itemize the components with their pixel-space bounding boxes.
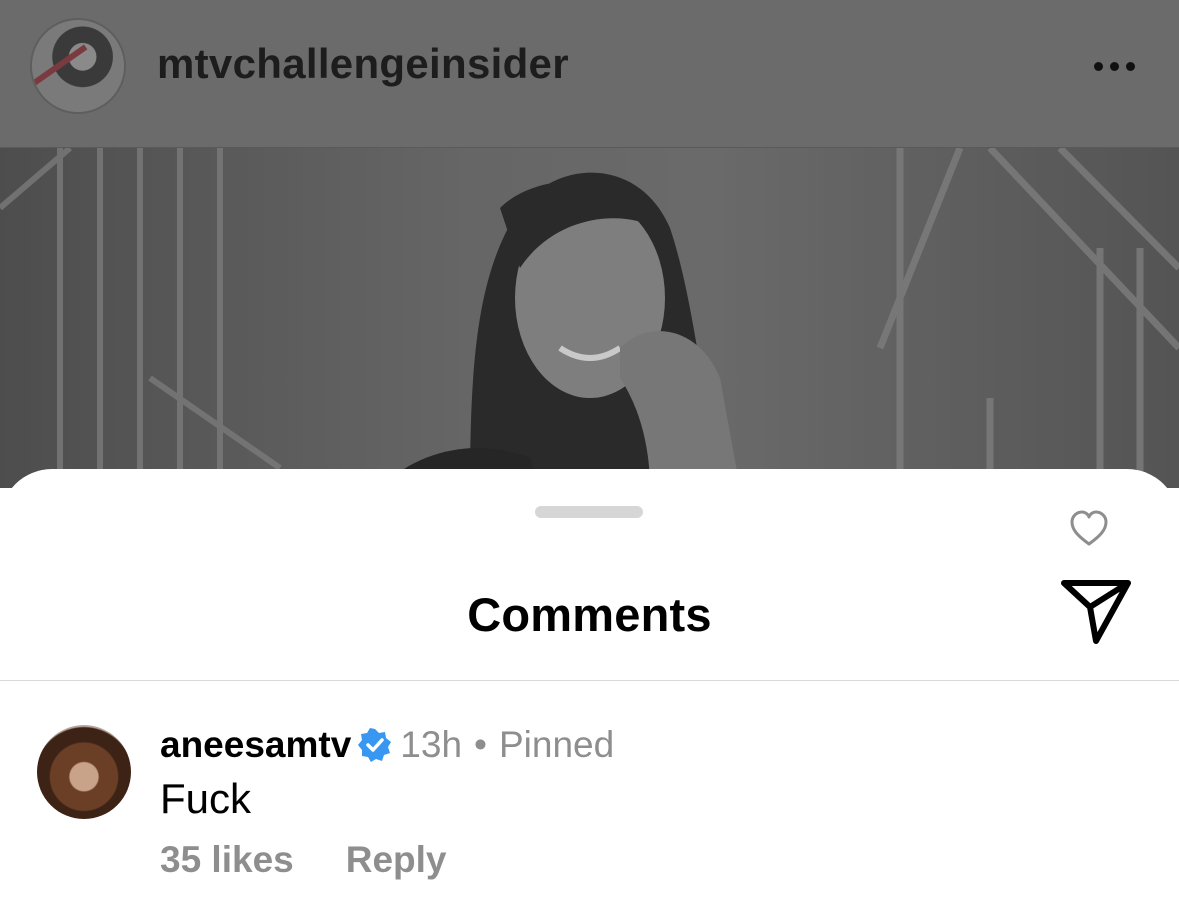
comment-actions: 35 likes Reply: [160, 839, 447, 881]
heart-outline-icon[interactable]: [1068, 508, 1110, 550]
paper-plane-icon[interactable]: [1060, 579, 1132, 645]
verified-badge-icon: [358, 728, 392, 762]
comments-sheet: Comments aneesamtv 13h • Pinned Fuck 35 …: [0, 469, 1179, 905]
more-options-icon[interactable]: [1084, 52, 1144, 80]
reply-button[interactable]: Reply: [346, 839, 447, 881]
sheet-title: Comments: [467, 588, 712, 641]
commenter-avatar[interactable]: [37, 725, 131, 819]
comment-item: aneesamtv 13h • Pinned Fuck 35 likes Rep…: [0, 719, 1179, 905]
comment-header: aneesamtv 13h • Pinned: [160, 723, 614, 767]
likes-count[interactable]: 35 likes: [160, 839, 294, 881]
post-author-avatar[interactable]: [32, 20, 124, 112]
comment-time: 13h: [400, 724, 463, 765]
comment-text: Fuck: [160, 775, 252, 822]
meta-separator: •: [474, 724, 487, 765]
sheet-grabber-handle[interactable]: [535, 506, 643, 518]
post-photo: [0, 148, 1179, 488]
commenter-username[interactable]: aneesamtv: [160, 724, 351, 766]
divider: [0, 680, 1179, 681]
pinned-label: Pinned: [499, 724, 615, 765]
post-username[interactable]: mtvchallengeinsider: [157, 40, 569, 88]
post-header: mtvchallengeinsider: [0, 0, 1179, 148]
